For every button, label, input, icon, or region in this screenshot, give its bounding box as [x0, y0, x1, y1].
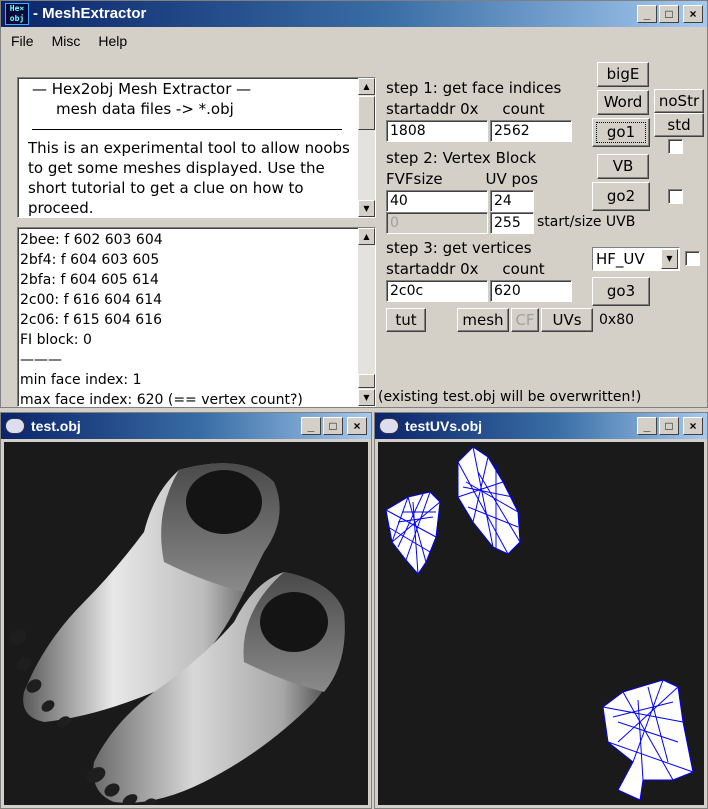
- step1-labels: startaddr 0x count: [386, 99, 586, 119]
- log-line: max face index: 620 (== vertex count?): [20, 392, 303, 407]
- uv-island: [602, 679, 694, 801]
- bigE-button[interactable]: bigE: [597, 62, 649, 87]
- step1-title: step 1: get face indices: [386, 78, 586, 98]
- file-icon: [379, 418, 399, 434]
- uv-title-bar[interactable]: testUVs.obj _ □ ×: [375, 413, 707, 439]
- step3-title: step 3: get vertices: [386, 238, 586, 258]
- std-checkbox[interactable]: [668, 139, 683, 154]
- app-title-text: MeshExtractor: [42, 5, 147, 22]
- uv-island: [457, 446, 521, 555]
- scroll-up-button[interactable]: ▲: [358, 228, 375, 245]
- menu-bar: File Misc Help: [2, 30, 136, 54]
- menu-misc[interactable]: Misc: [43, 30, 90, 54]
- scroll-thumb[interactable]: [358, 96, 375, 130]
- maximize-button[interactable]: □: [659, 5, 679, 23]
- uv-mode-checkbox[interactable]: [685, 251, 700, 266]
- log-line: 2bf4: f 604 603 605: [20, 252, 160, 268]
- nostr-button[interactable]: noStr: [654, 89, 704, 113]
- mesh-window: test.obj _ □ ×: [0, 412, 372, 809]
- log-list: 2bee: f 602 603 604 2bf4: f 604 603 605 …: [20, 230, 303, 407]
- std-button[interactable]: std: [654, 113, 704, 137]
- info-rule: [32, 129, 342, 130]
- log-scrollbar[interactable]: ▲ ▼: [358, 228, 375, 406]
- info-body: This is an experimental tool to allow no…: [28, 139, 350, 217]
- mesh-window-title: test.obj: [31, 418, 81, 434]
- cf-button: CF: [511, 308, 539, 332]
- close-button[interactable]: ×: [683, 5, 703, 23]
- step1-count-input[interactable]: [490, 120, 572, 142]
- left-ankle-hole: [186, 470, 262, 534]
- menu-help[interactable]: Help: [89, 30, 136, 54]
- info-subheading: mesh data files -> *.obj: [56, 100, 234, 118]
- uv-pos-input[interactable]: [490, 190, 534, 212]
- scroll-up-button[interactable]: ▲: [358, 78, 375, 95]
- close-button[interactable]: ×: [347, 417, 367, 435]
- tut-button[interactable]: tut: [386, 308, 426, 332]
- mesh-button[interactable]: mesh: [457, 308, 509, 332]
- uvb-label: start/size UVB: [537, 212, 657, 232]
- log-line: FI block: 0: [20, 332, 92, 348]
- step3-labels: startaddr 0x count: [386, 259, 586, 279]
- log-line: 2c06: f 615 604 616: [20, 312, 163, 328]
- menu-file[interactable]: File: [2, 30, 43, 54]
- log-line: 2c00: f 616 604 614: [20, 292, 163, 308]
- mesh-title-bar[interactable]: test.obj _ □ ×: [1, 413, 371, 439]
- step2-labels: FVFsize UV pos: [386, 169, 586, 189]
- log-line: 2bee: f 602 603 604: [20, 232, 163, 248]
- step3-startaddr-input[interactable]: [386, 280, 488, 302]
- info-heading: — Hex2obj Mesh Extractor —: [32, 80, 252, 98]
- uv-mode-select[interactable]: HF_UV ▼: [592, 247, 680, 271]
- mesh-render: [9, 463, 345, 805]
- overwrite-warning: (existing test.obj will be overwritten!): [378, 387, 642, 407]
- app-title: - MeshExtractor: [33, 5, 147, 22]
- maximize-button[interactable]: □: [323, 417, 343, 435]
- scroll-down-button[interactable]: ▼: [358, 200, 375, 217]
- uv-mode-value: HF_UV: [596, 250, 645, 268]
- vb-button[interactable]: VB: [597, 154, 649, 179]
- mesh-viewport[interactable]: [4, 442, 368, 805]
- uv-window: testUVs.obj _ □ ×: [374, 412, 708, 809]
- uv-wireframe: [385, 446, 694, 801]
- step1-startaddr-input[interactable]: [386, 120, 488, 142]
- uv-viewport[interactable]: [378, 442, 704, 805]
- uvb-size-input[interactable]: [490, 212, 534, 234]
- log-line: 2bfa: f 604 605 614: [20, 272, 159, 288]
- hex-value-label: 0x80: [599, 310, 635, 330]
- log-line: ———: [20, 352, 62, 368]
- minimize-button[interactable]: _: [637, 417, 657, 435]
- log-line: min face index: 1: [20, 372, 142, 388]
- info-scrollbar[interactable]: ▲ ▼: [358, 78, 375, 217]
- maximize-button[interactable]: □: [659, 417, 679, 435]
- uvb-start-input: [386, 212, 488, 234]
- main-title-bar[interactable]: He× obj - MeshExtractor _ □ ×: [1, 1, 707, 27]
- hex2obj-icon[interactable]: He× obj: [5, 3, 29, 25]
- info-textbox[interactable]: — Hex2obj Mesh Extractor — mesh data fil…: [17, 77, 376, 218]
- minimize-button[interactable]: _: [301, 417, 321, 435]
- minimize-button[interactable]: _: [637, 5, 657, 23]
- go3-button[interactable]: go3: [592, 277, 650, 306]
- go2-checkbox[interactable]: [668, 189, 683, 204]
- log-textbox[interactable]: 2bee: f 602 603 604 2bf4: f 604 603 605 …: [17, 227, 376, 407]
- chevron-down-icon[interactable]: ▼: [661, 249, 678, 269]
- file-icon: [5, 418, 25, 434]
- right-ankle-hole: [260, 592, 328, 652]
- word-button[interactable]: Word: [597, 90, 649, 115]
- app-icon-text-bottom: obj: [9, 14, 25, 23]
- fvf-size-input[interactable]: [386, 190, 488, 212]
- scroll-down-button[interactable]: ▼: [358, 389, 375, 406]
- close-button[interactable]: ×: [683, 417, 703, 435]
- scroll-thumb[interactable]: [358, 374, 375, 388]
- app-icon-text-top: He×: [9, 4, 25, 13]
- go1-button[interactable]: go1: [592, 118, 650, 147]
- main-window: He× obj - MeshExtractor _ □ × File Misc …: [0, 0, 708, 408]
- step3-count-input[interactable]: [490, 280, 572, 302]
- step2-title: step 2: Vertex Block: [386, 148, 586, 168]
- uv-window-title: testUVs.obj: [405, 418, 483, 434]
- go2-button[interactable]: go2: [592, 182, 650, 211]
- uvs-button[interactable]: UVs: [541, 308, 593, 332]
